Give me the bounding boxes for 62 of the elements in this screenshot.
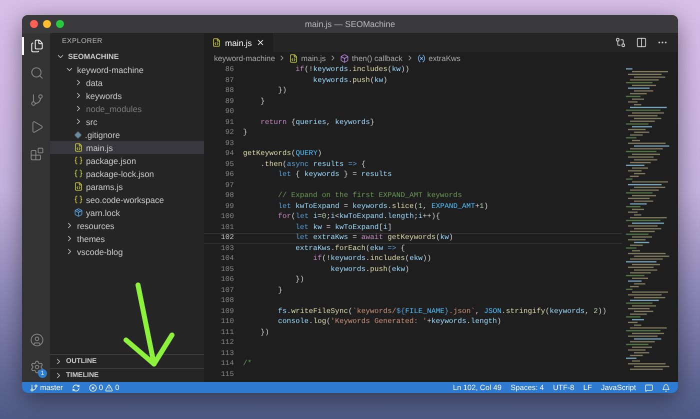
file-tree-item[interactable]: themes — [50, 232, 204, 245]
file-tree-item[interactable]: yarn.lock — [50, 206, 204, 219]
warning-icon — [105, 384, 114, 392]
file-name: keywords — [86, 90, 122, 100]
file-tree-item[interactable]: .gitignore — [50, 128, 204, 141]
file-name: package.json — [86, 156, 136, 166]
file-name: package-lock.json — [86, 168, 154, 178]
file-code-icon — [74, 182, 83, 191]
braces-icon — [74, 156, 83, 165]
file-code-icon — [289, 54, 298, 62]
file-tree-item[interactable]: package.json — [50, 154, 204, 167]
close-icon[interactable] — [256, 38, 265, 47]
file-name: params.js — [86, 182, 123, 192]
extensions-icon — [30, 147, 44, 161]
braces-icon — [74, 195, 83, 204]
file-name: seo.code-workspace — [86, 194, 164, 204]
diamond-icon — [74, 130, 82, 138]
file-name: main.js — [86, 142, 113, 152]
cube-icon — [340, 54, 349, 62]
file-tree-item[interactable]: params.js — [50, 180, 204, 193]
file-name: yarn.lock — [86, 208, 120, 218]
window-title: main.js — SEOMachine — [304, 19, 396, 29]
split-editor-icon[interactable] — [636, 37, 647, 48]
compare-icon[interactable] — [615, 37, 626, 48]
file-tree-item[interactable]: resources — [50, 219, 204, 232]
search-icon — [30, 66, 44, 80]
editor-tab[interactable]: main.js — [204, 33, 273, 52]
feedback-icon[interactable] — [645, 384, 653, 392]
file-name: data — [86, 78, 103, 88]
file-tree-item[interactable]: vscode-blog — [50, 245, 204, 258]
sync-icon[interactable] — [72, 384, 80, 392]
file-code-icon — [74, 143, 83, 152]
file-name: resources — [77, 220, 114, 230]
file-tree-item[interactable]: seo.code-workspace — [50, 193, 204, 206]
branch-icon — [30, 384, 38, 392]
file-tree-item[interactable]: main.js — [50, 141, 204, 154]
variable-icon — [416, 54, 426, 62]
file-tree-item[interactable]: data — [50, 76, 204, 89]
files-icon — [30, 39, 44, 53]
account-icon — [30, 333, 44, 347]
file-name: themes — [77, 234, 105, 244]
file-name: keyword-machine — [77, 64, 144, 74]
file-tree-item[interactable]: keyword-machine — [50, 63, 204, 76]
file-code-icon — [212, 38, 221, 47]
package-icon — [74, 208, 83, 217]
bell-icon[interactable] — [662, 384, 670, 392]
minimize-button[interactable] — [43, 20, 51, 28]
file-name: src — [86, 116, 98, 126]
braces-icon — [74, 169, 83, 178]
settings-icon — [30, 360, 44, 374]
branch-icon — [30, 93, 44, 107]
file-tree-item[interactable]: package-lock.json — [50, 167, 204, 180]
file-tree-item[interactable]: keywords — [50, 89, 204, 102]
zoom-button[interactable] — [56, 20, 64, 28]
file-name: .gitignore — [85, 130, 120, 140]
file-tree-item[interactable]: node_modules — [50, 102, 204, 115]
file-tree-item[interactable]: src — [50, 115, 204, 128]
close-button[interactable] — [30, 20, 38, 28]
file-name: node_modules — [86, 104, 142, 114]
error-icon — [88, 384, 97, 392]
play-icon — [30, 120, 44, 134]
file-name: vscode-blog — [77, 246, 123, 256]
